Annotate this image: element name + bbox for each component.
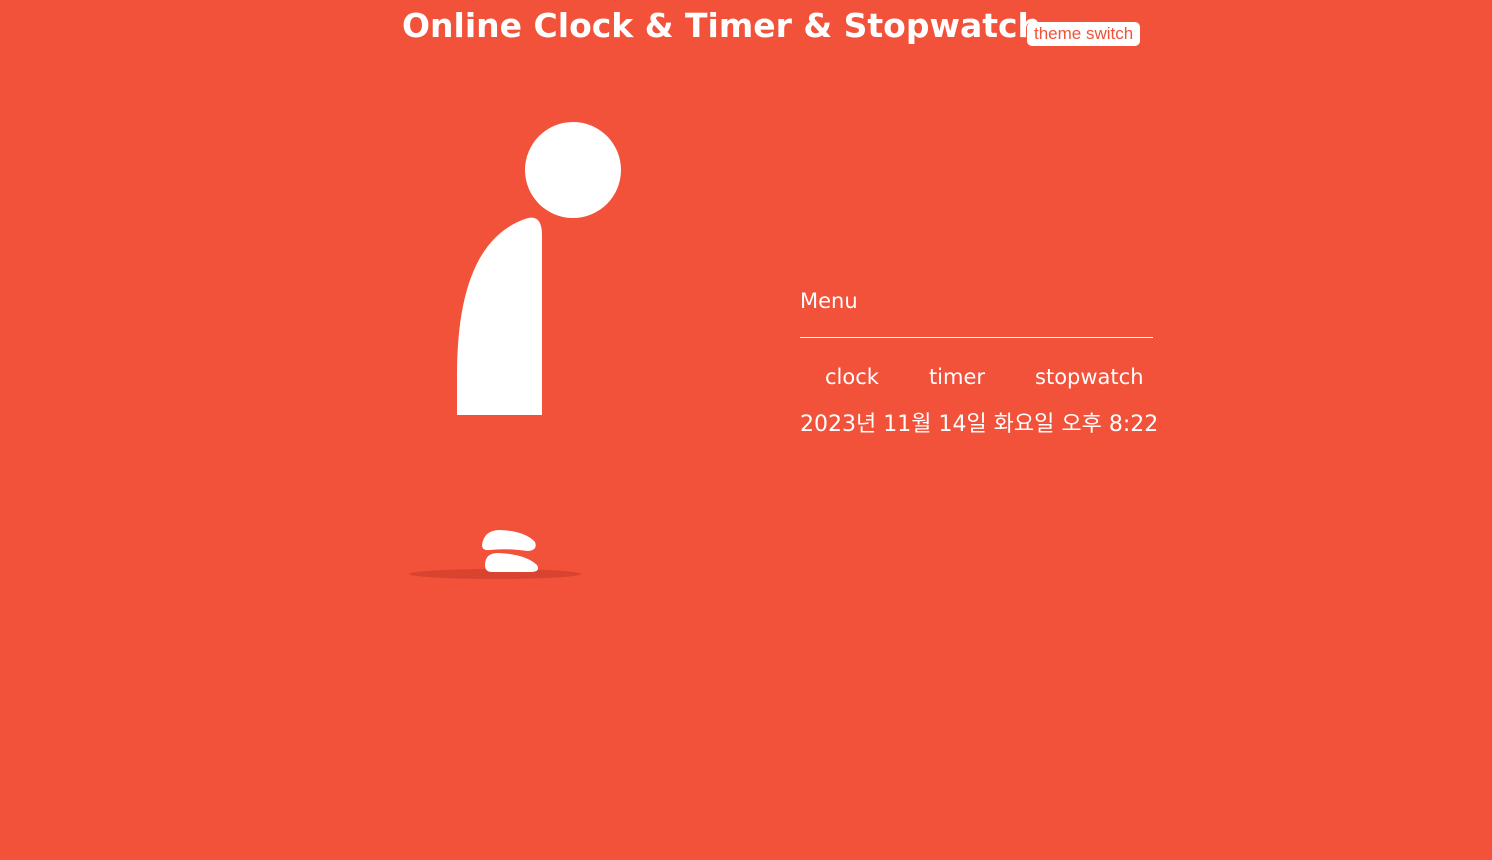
menu-link-timer[interactable]: timer xyxy=(929,362,985,392)
menu-title: Menu xyxy=(800,289,858,313)
menu-link-stopwatch[interactable]: stopwatch xyxy=(1035,362,1144,392)
page: Online Clock & Timer & Stopwatch theme s… xyxy=(0,0,1492,860)
figure-head xyxy=(525,122,621,218)
menu-panel: Menu clock timer stopwatch 2023년 11월 14일… xyxy=(800,285,1159,440)
site-title: Online Clock & Timer & Stopwatch xyxy=(402,6,1042,45)
figure-foot-back xyxy=(482,530,536,551)
figure-foot-front xyxy=(485,553,539,572)
figure-body xyxy=(457,217,542,415)
theme-switch-button[interactable]: theme switch xyxy=(1027,22,1141,46)
menu-nav: clock timer stopwatch xyxy=(800,362,1153,392)
current-datetime: 2023년 11월 14일 화요일 오후 8:22 xyxy=(800,412,1159,437)
bowing-figure-illustration xyxy=(409,122,621,579)
menu-link-clock[interactable]: clock xyxy=(825,362,879,392)
menu-divider xyxy=(800,337,1153,338)
